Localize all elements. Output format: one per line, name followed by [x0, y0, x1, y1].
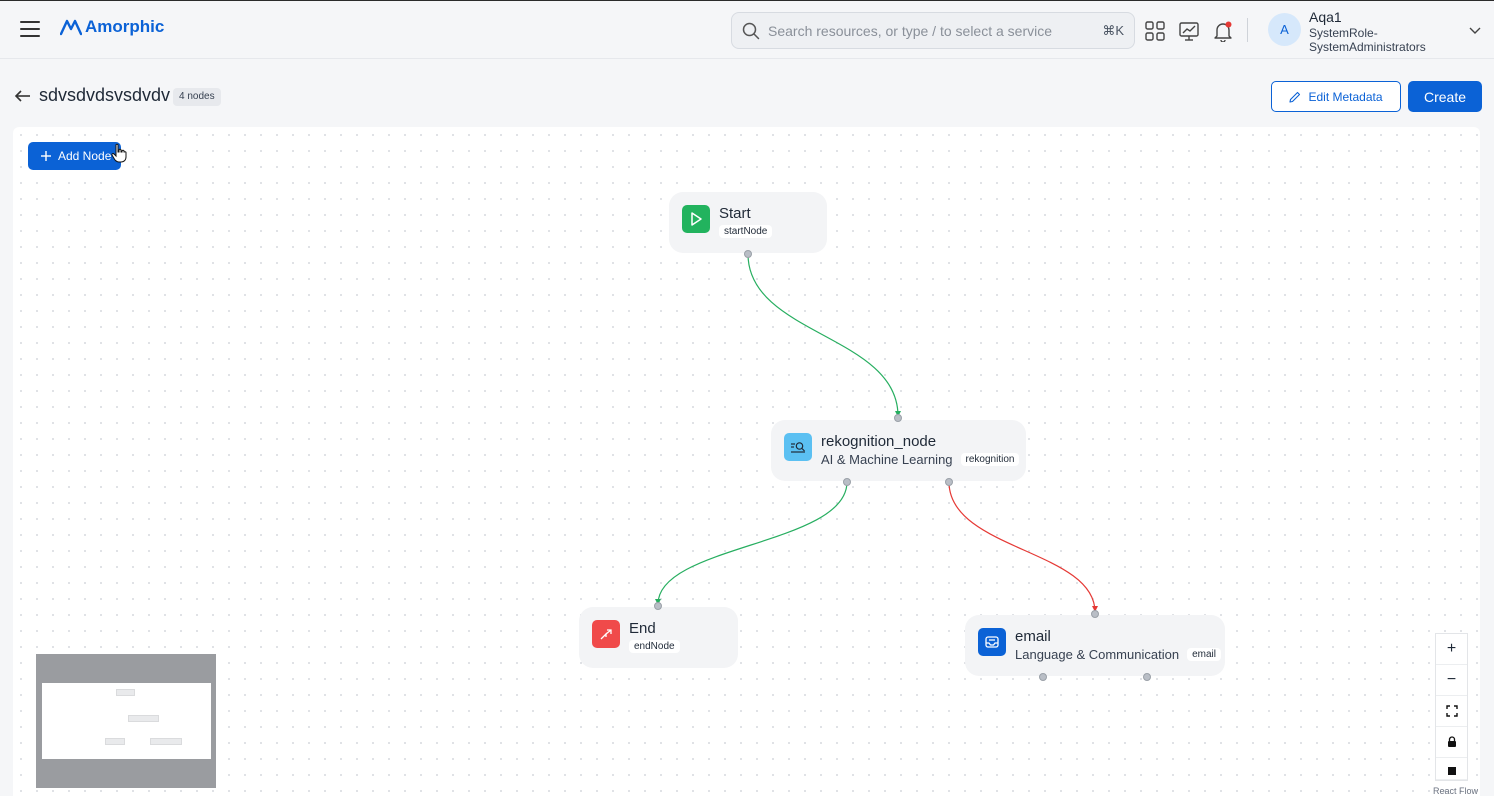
square-icon	[1447, 767, 1456, 775]
add-node-button[interactable]: Add Node	[28, 142, 121, 170]
app-logo[interactable]: Amorphic	[60, 17, 164, 37]
chevron-down-icon[interactable]	[1468, 23, 1482, 37]
pencil-icon	[1289, 91, 1301, 103]
hand-cursor-icon	[111, 143, 127, 163]
fit-view-icon	[1445, 705, 1458, 717]
amorphic-logo-icon	[60, 19, 82, 36]
node-title: End	[629, 620, 656, 637]
node-category: Language & Communication	[1015, 647, 1180, 662]
search-input[interactable]	[768, 22, 1088, 39]
node-type-chip: rekognition	[960, 453, 1020, 466]
lock-icon	[1447, 736, 1456, 747]
minimap-node	[128, 715, 159, 722]
minimap-node	[150, 738, 182, 745]
flow-node-rekognition[interactable]: rekognition_node AI & Machine Learning r…	[771, 420, 1026, 481]
minimap[interactable]	[36, 654, 216, 788]
user-role: SystemRole-SystemAdministrators	[1309, 26, 1426, 54]
edit-metadata-label: Edit Metadata	[1308, 89, 1383, 104]
node-handle-source[interactable]	[843, 478, 851, 486]
node-subtitle: AI & Machine Learning rekognition	[821, 452, 1020, 467]
node-title: Start	[719, 205, 751, 222]
node-handle-source[interactable]	[1143, 673, 1151, 681]
page-title: sdvsdvdsvsdvdv	[39, 85, 171, 105]
avatar[interactable]: A	[1268, 13, 1301, 46]
image-search-icon	[784, 433, 812, 461]
node-handle-target[interactable]	[654, 602, 662, 610]
search-shortcut: ⌘K	[1102, 23, 1124, 38]
flow-node-start[interactable]: Start startNode	[669, 192, 827, 253]
node-title: email	[1015, 628, 1051, 645]
hamburger-menu-icon[interactable]	[20, 21, 40, 37]
node-title: rekognition_node	[821, 433, 937, 450]
header-divider	[1247, 18, 1248, 42]
plus-icon	[41, 151, 51, 161]
minimap-node	[116, 689, 135, 696]
logo-text: Amorphic	[85, 17, 165, 36]
minimap-node	[105, 738, 125, 745]
inbox-icon	[978, 628, 1006, 656]
node-handle-source[interactable]	[744, 250, 752, 258]
monitor-chart-icon[interactable]	[1178, 20, 1200, 42]
node-handle-source[interactable]	[945, 478, 953, 486]
node-subtitle: startNode	[719, 225, 773, 238]
node-handle-target[interactable]	[1091, 610, 1099, 618]
flow-controls: + −	[1435, 633, 1468, 781]
node-subtitle: endNode	[629, 640, 680, 653]
bell-icon[interactable]	[1212, 20, 1234, 42]
exit-icon	[592, 620, 620, 648]
node-type-chip: endNode	[629, 640, 680, 653]
apps-grid-icon[interactable]	[1144, 20, 1166, 42]
user-name[interactable]: Aqa1	[1309, 9, 1342, 25]
node-handle-source[interactable]	[1039, 673, 1047, 681]
add-node-label: Add Node	[58, 149, 112, 163]
back-arrow-icon[interactable]	[14, 88, 32, 104]
play-icon	[682, 205, 710, 233]
flow-node-end[interactable]: End endNode	[579, 607, 738, 668]
zoom-in-button[interactable]: +	[1436, 634, 1467, 665]
node-type-chip: email	[1187, 648, 1221, 661]
edit-metadata-button[interactable]: Edit Metadata	[1271, 81, 1401, 112]
create-button[interactable]: Create	[1408, 81, 1482, 112]
node-subtitle: Language & Communication email	[1015, 647, 1221, 662]
top-bar: Amorphic ⌘K A Aqa1 SystemRole-SystemAdmi…	[0, 0, 1494, 59]
node-count-badge: 4 nodes	[173, 88, 221, 106]
stop-button[interactable]	[1436, 758, 1467, 780]
fit-view-button[interactable]	[1436, 696, 1467, 727]
node-category: AI & Machine Learning	[821, 452, 953, 467]
node-type-chip: startNode	[719, 225, 773, 238]
flow-node-email[interactable]: email Language & Communication email	[965, 615, 1225, 676]
search-icon	[742, 22, 760, 39]
lock-button[interactable]	[1436, 727, 1467, 758]
react-flow-attribution[interactable]: React Flow	[1433, 786, 1478, 796]
zoom-out-button[interactable]: −	[1436, 665, 1467, 696]
search-bar[interactable]: ⌘K	[731, 12, 1135, 49]
node-handle-target[interactable]	[894, 414, 902, 422]
